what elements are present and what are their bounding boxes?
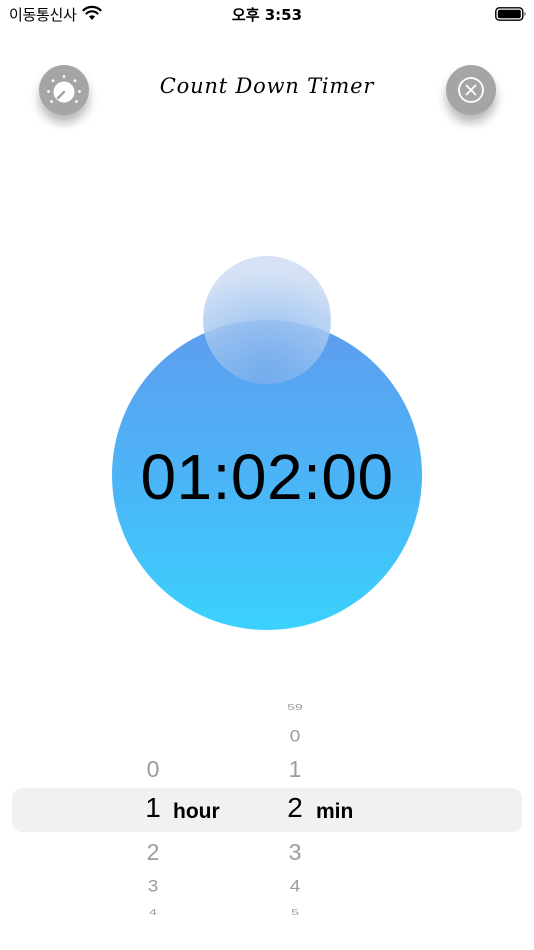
status-time: 오후 3:53 xyxy=(231,6,303,24)
minute-option[interactable]: 5 xyxy=(265,907,325,917)
hour-option[interactable]: 0 xyxy=(123,756,183,783)
hour-unit-label: hour xyxy=(173,800,220,823)
minute-option[interactable]: 4 xyxy=(265,878,325,897)
status-bar: 이동통신사 오후 3:53 xyxy=(0,0,534,30)
close-button[interactable] xyxy=(446,65,496,115)
hour-option[interactable]: 2 xyxy=(123,839,183,866)
minute-option[interactable]: 0 xyxy=(265,728,325,747)
minute-option[interactable]: 59 xyxy=(265,702,325,712)
timer-display: 01:02:00 xyxy=(140,441,394,513)
close-circle-icon xyxy=(458,77,484,103)
minute-unit-label: min xyxy=(316,800,354,823)
minute-option[interactable]: 3 xyxy=(265,839,325,866)
hour-option[interactable]: 3 xyxy=(123,878,183,897)
battery-full-icon xyxy=(495,7,526,21)
timer-bubble xyxy=(203,256,331,384)
time-picker[interactable]: 0 1 2 3 4 hour 59 0 1 2 3 4 5 min xyxy=(0,690,534,930)
hour-option[interactable]: 4 xyxy=(123,907,183,917)
minute-option[interactable]: 1 xyxy=(265,756,325,783)
